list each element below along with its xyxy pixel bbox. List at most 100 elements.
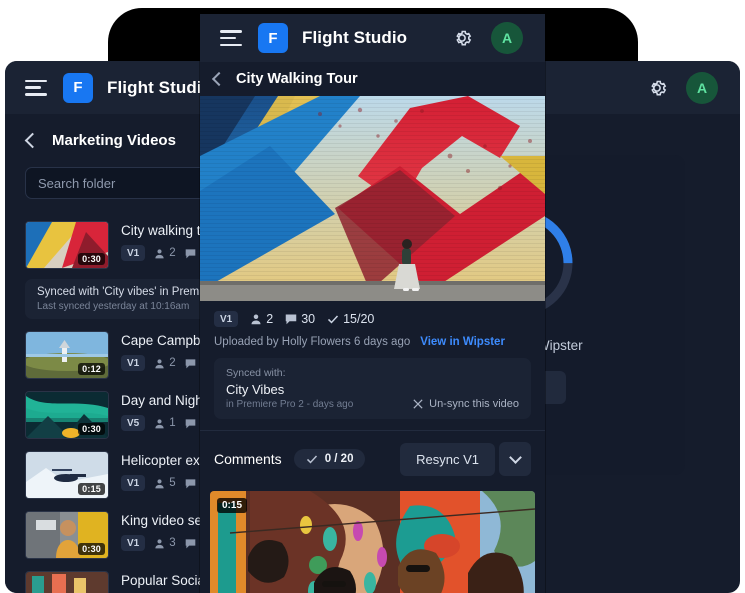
synced-with-box: Synced with: City Vibes in Premiere Pro … xyxy=(214,358,531,419)
uploader-line: Uploaded by Holly Flowers 6 days ago Vie… xyxy=(214,336,531,348)
hamburger-icon[interactable] xyxy=(25,79,47,96)
resync-button[interactable]: Resync V1 xyxy=(400,442,495,476)
video-thumbnail[interactable]: 0:30 xyxy=(25,511,109,559)
people-count: 2 xyxy=(154,247,176,259)
comment-icon xyxy=(185,478,195,488)
uploader-text: Uploaded by Holly Flowers 6 days ago xyxy=(214,336,411,348)
comment-icon xyxy=(185,538,195,548)
list-item[interactable]: 0:15 Helicopter excur V1 5 12 xyxy=(5,445,219,505)
comments-count-badge[interactable]: 0 / 20 xyxy=(293,449,366,469)
person-icon xyxy=(155,478,164,488)
version-badge: V1 xyxy=(214,311,239,327)
video-tags: V5 1 2 xyxy=(121,415,219,431)
version-badge: V5 xyxy=(121,415,146,431)
video-meta: Helicopter excur V1 5 12 xyxy=(121,451,219,491)
unsync-button[interactable]: Un-sync this video xyxy=(413,398,519,410)
gear-icon[interactable] xyxy=(451,27,473,49)
mobile-subheader[interactable]: City Walking Tour xyxy=(200,62,545,96)
mobile-topbar: F Flight Studio A xyxy=(200,14,545,62)
people-count: 3 xyxy=(154,537,176,549)
app-logo: F xyxy=(258,23,288,53)
video-thumbnail[interactable]: 0:30 xyxy=(25,221,109,269)
version-badge: V1 xyxy=(121,535,146,551)
synced-project-sub: in Premiere Pro 2 - days ago xyxy=(226,399,354,410)
app-title: Flight Studio xyxy=(107,77,213,97)
mobile-topbar-actions: A xyxy=(451,22,523,54)
synced-with-text: Synced with: City Vibes in Premiere Pro … xyxy=(226,367,353,410)
app-title: Flight Studio xyxy=(302,28,408,47)
close-icon xyxy=(413,399,423,409)
video-title: Cape Campbell L xyxy=(121,333,226,348)
comments-count: 0 / 20 xyxy=(324,453,354,465)
video-thumbnail[interactable]: 0:30 xyxy=(25,391,109,439)
comment-icon xyxy=(185,418,195,428)
video-thumbnail[interactable]: 0:12 xyxy=(25,331,109,379)
video-thumbnail[interactable]: 0:15 xyxy=(25,451,109,499)
video-meta: King video series V1 3 6 xyxy=(121,511,224,551)
chevron-left-icon[interactable] xyxy=(211,71,227,87)
resync-dropdown-button[interactable] xyxy=(499,442,531,476)
person-icon xyxy=(155,538,164,548)
list-item[interactable]: 0:12 Cape Campbell L V1 2 30 xyxy=(5,325,226,385)
people-count: 2 xyxy=(250,312,273,326)
version-badge: V1 xyxy=(121,245,146,261)
video-title: Day and Night Ex xyxy=(121,393,227,408)
video-duration: 0:12 xyxy=(78,363,105,375)
comment-icon xyxy=(285,314,297,325)
video-tags: V1 2 30 xyxy=(121,245,212,261)
hamburger-icon[interactable] xyxy=(220,30,242,46)
app-logo: F xyxy=(63,72,93,103)
mobile-video-info: V1 2 30 15/20 Uploaded by Holly Flowers … xyxy=(200,301,545,419)
video-tags: V1 5 12 xyxy=(121,475,212,491)
gear-icon[interactable] xyxy=(646,77,668,99)
view-in-wipster-link[interactable]: View in Wipster xyxy=(420,336,505,348)
desktop-sidebar: Marketing Videos Search folder 0:30 City… xyxy=(5,114,301,593)
video-meta: Day and Night Ex V5 1 2 xyxy=(121,391,227,431)
people-count: 2 xyxy=(154,357,176,369)
synced-with-label: Synced with: xyxy=(226,367,286,379)
synced-project-name: City Vibes xyxy=(226,382,285,397)
video-meta: Cape Campbell L V1 2 30 xyxy=(121,331,226,371)
video-duration: 0:30 xyxy=(78,543,105,555)
avatar[interactable]: A xyxy=(686,71,718,104)
person-icon xyxy=(251,314,261,325)
screenshot-stage: F Flight Studio A Marketing Videos Searc… xyxy=(0,0,745,593)
version-badge: V1 xyxy=(121,475,146,491)
approval-count: 15/20 xyxy=(327,312,374,326)
comment-count: 30 xyxy=(285,312,315,326)
person-icon xyxy=(155,418,164,428)
video-player-thumbnail[interactable]: 0:15 xyxy=(210,491,535,593)
video-title: Helicopter excur xyxy=(121,453,219,468)
list-item[interactable]: 0:30 City walking tour V1 2 30 xyxy=(5,215,221,275)
chevron-down-icon xyxy=(508,451,522,464)
video-thumbnail[interactable]: 0:90 xyxy=(25,571,109,593)
people-count: 5 xyxy=(154,477,176,489)
video-tags: V1 3 6 xyxy=(121,535,219,551)
video-title: City walking tour xyxy=(121,223,221,238)
video-list: 0:30 City walking tour V1 2 30 Synced wi… xyxy=(5,215,301,593)
list-item[interactable]: 0:90 Popular Social ev V3 8 10 xyxy=(5,565,227,593)
video-duration: 0:30 xyxy=(78,253,105,265)
video-duration: 0:15 xyxy=(217,498,248,513)
mobile-footer-bar: Comments 0 / 20 Resync V1 xyxy=(200,430,545,487)
check-icon xyxy=(328,315,339,324)
mobile-detail-panel: F Flight Studio A City Walking Tour V1 2… xyxy=(200,14,545,593)
video-title: Popular Social ev xyxy=(121,573,227,588)
list-item[interactable]: 0:30 Day and Night Ex V5 1 2 xyxy=(5,385,227,445)
hero-image xyxy=(200,96,545,301)
video-duration: 0:15 xyxy=(78,483,105,495)
version-badge: V1 xyxy=(121,355,146,371)
search-placeholder: Search folder xyxy=(38,175,116,191)
video-meta: City walking tour V1 2 30 xyxy=(121,221,221,261)
page-title: City Walking Tour xyxy=(236,71,358,87)
desktop-topbar-actions: A xyxy=(646,71,718,104)
video-duration: 0:30 xyxy=(78,423,105,435)
list-item[interactable]: 0:30 King video series V1 3 6 xyxy=(5,505,224,565)
comment-icon xyxy=(185,248,195,258)
avatar[interactable]: A xyxy=(491,22,523,54)
video-title: King video series xyxy=(121,513,224,528)
check-icon xyxy=(306,455,317,464)
breadcrumb[interactable]: Marketing Videos xyxy=(5,114,210,163)
people-count: 1 xyxy=(154,417,176,429)
chevron-left-icon[interactable] xyxy=(24,132,41,149)
